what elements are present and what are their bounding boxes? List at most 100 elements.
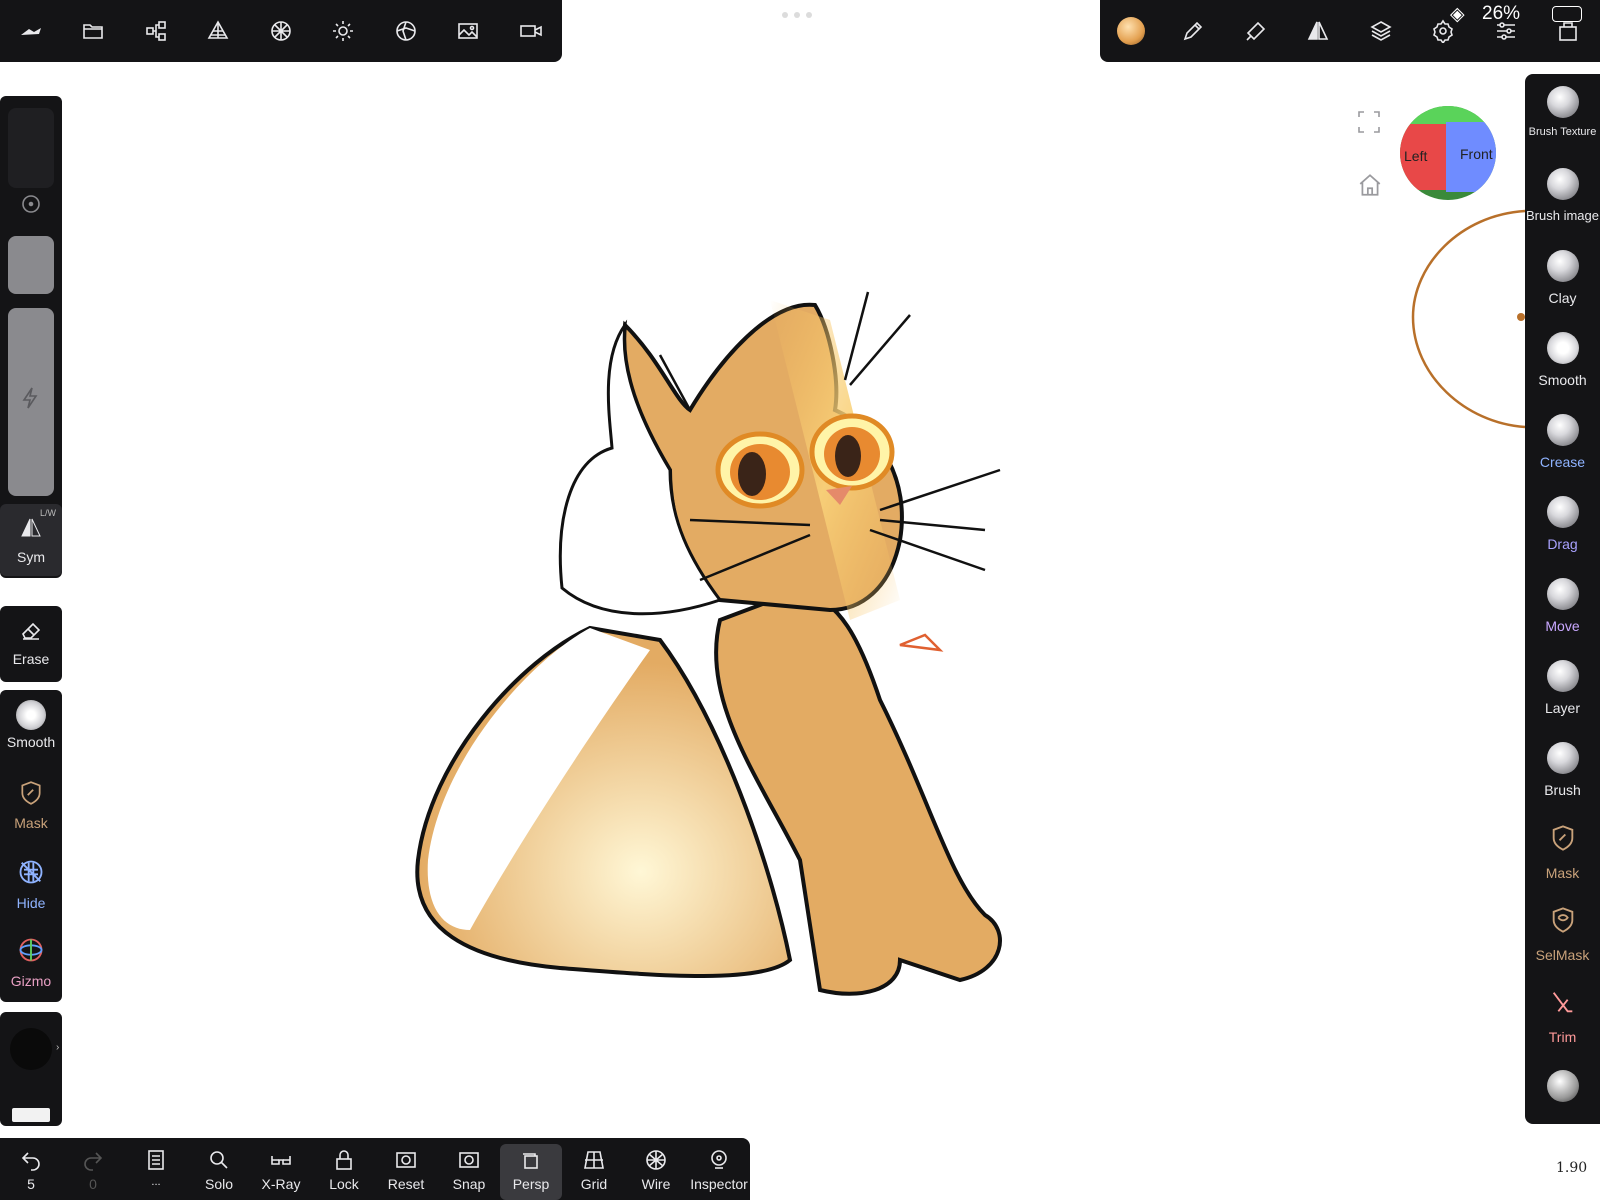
lock-button[interactable]: Lock bbox=[313, 1144, 375, 1200]
grid-icon bbox=[584, 1151, 604, 1169]
brush-item-drag[interactable]: Drag bbox=[1525, 496, 1600, 552]
brush-item-texture[interactable]: Brush Texture bbox=[1525, 86, 1600, 138]
radius-slider[interactable] bbox=[8, 236, 54, 294]
brush-item-image[interactable]: Brush image bbox=[1525, 168, 1600, 223]
more-label: ... bbox=[151, 1176, 161, 1188]
inspector-button[interactable]: Inspector bbox=[688, 1144, 750, 1200]
left-tool-mask[interactable]: Mask bbox=[0, 780, 62, 831]
xray-button[interactable]: X-Ray bbox=[250, 1144, 312, 1200]
nomad-sculpt-app: ◈ 26% L/W Sym Erase Smooth Mask Hide Giz… bbox=[0, 0, 1600, 1200]
brush-sphere-icon bbox=[1546, 1070, 1579, 1102]
brush-label: SelMask bbox=[1535, 947, 1590, 963]
chevron-right-icon[interactable]: › bbox=[56, 1042, 59, 1053]
cat-model[interactable] bbox=[415, 291, 1002, 996]
undo-button[interactable]: 5 bbox=[0, 1144, 62, 1200]
symmetry-icon bbox=[21, 518, 41, 537]
intensity-slider[interactable] bbox=[8, 308, 54, 496]
top-slot[interactable] bbox=[8, 108, 54, 188]
pressure-dot-icon[interactable] bbox=[15, 188, 47, 220]
brush-sphere-icon bbox=[1546, 250, 1579, 282]
nomad-logo-icon[interactable] bbox=[15, 15, 47, 47]
brush-label: Layer bbox=[1544, 700, 1581, 716]
brush-item-move[interactable]: Move bbox=[1525, 578, 1600, 634]
snap-button[interactable]: Snap bbox=[438, 1144, 500, 1200]
brush-sphere-icon bbox=[1546, 86, 1579, 118]
brush-label: Drag bbox=[1547, 536, 1578, 552]
bottom-label: Grid bbox=[580, 1176, 608, 1192]
solo-button[interactable]: Solo bbox=[188, 1144, 250, 1200]
brush-label: Mask bbox=[1545, 865, 1580, 881]
bottom-label: Reset bbox=[387, 1176, 425, 1192]
left-tool-hide[interactable]: Hide bbox=[0, 858, 62, 911]
symmetry-icon[interactable] bbox=[1302, 15, 1334, 47]
brush-item-crease[interactable]: Crease bbox=[1525, 414, 1600, 470]
top-right-toolbar: ◈ 26% bbox=[1100, 0, 1600, 62]
brush-item-more[interactable] bbox=[1525, 1070, 1600, 1102]
reset-camera-icon bbox=[396, 1152, 416, 1168]
redo-button[interactable]: 0 bbox=[62, 1144, 124, 1200]
selmask-shield-icon bbox=[1552, 907, 1573, 933]
brush-item-clay[interactable]: Clay bbox=[1525, 250, 1600, 306]
trim-icon bbox=[1552, 992, 1572, 1013]
search-icon bbox=[210, 1151, 228, 1169]
camera-icon[interactable] bbox=[515, 15, 547, 47]
brush-sphere-icon bbox=[1546, 168, 1579, 200]
gizmo-icon bbox=[19, 938, 43, 962]
brush-label: Brush image bbox=[1526, 208, 1599, 223]
topology-icon[interactable] bbox=[202, 15, 234, 47]
brush-sphere-icon bbox=[1546, 496, 1579, 528]
bottom-label: X-Ray bbox=[261, 1176, 301, 1192]
grid-button[interactable]: Grid bbox=[563, 1144, 625, 1200]
color-swatch[interactable] bbox=[10, 1028, 52, 1070]
sym-label: Sym bbox=[17, 549, 45, 565]
sym-badge: L/W bbox=[39, 508, 56, 518]
reset-button[interactable]: Reset bbox=[375, 1144, 437, 1200]
secondary-swatch[interactable] bbox=[12, 1108, 50, 1122]
color-panel: › bbox=[0, 1012, 62, 1126]
symmetry-button[interactable]: L/W Sym bbox=[0, 504, 62, 576]
brush-sphere-icon bbox=[1546, 660, 1579, 692]
view-cube[interactable]: Left Front bbox=[1400, 106, 1496, 200]
scene-graph-icon[interactable] bbox=[140, 15, 172, 47]
brush-label: Move bbox=[1545, 618, 1580, 634]
bottom-label: Inspector bbox=[690, 1176, 748, 1192]
frame-icon[interactable] bbox=[1357, 110, 1381, 134]
left-tool-label: Gizmo bbox=[10, 973, 52, 989]
lightning-icon bbox=[19, 386, 43, 410]
folder-icon[interactable] bbox=[77, 15, 109, 47]
view-cube-front-label: Front bbox=[1460, 146, 1493, 162]
hide-mesh-icon bbox=[19, 860, 43, 884]
left-tool-label: Mask bbox=[14, 815, 48, 831]
brush-label: Clay bbox=[1548, 290, 1577, 306]
brush-label: Smooth bbox=[1538, 372, 1587, 388]
erase-button[interactable]: Erase bbox=[0, 618, 62, 667]
brush-label: Brush Texture bbox=[1528, 126, 1597, 138]
paint-brush-icon[interactable] bbox=[1177, 15, 1209, 47]
paint-tool-icon[interactable] bbox=[1240, 15, 1272, 47]
persp-button[interactable]: Persp bbox=[500, 1144, 562, 1200]
light-icon[interactable] bbox=[327, 15, 359, 47]
background-image-icon[interactable] bbox=[452, 15, 484, 47]
brush-item-mask[interactable]: Mask bbox=[1525, 824, 1600, 881]
layers-icon[interactable] bbox=[1365, 15, 1397, 47]
drag-handle[interactable] bbox=[782, 12, 818, 18]
left-tool-gizmo[interactable]: Gizmo bbox=[0, 936, 62, 989]
more-button[interactable]: ... bbox=[125, 1144, 187, 1200]
brush-item-smooth[interactable]: Smooth bbox=[1525, 332, 1600, 388]
left-tool-smooth[interactable]: Smooth bbox=[0, 700, 62, 750]
cat-left-pupil bbox=[738, 452, 766, 496]
brush-item-selmask[interactable]: SelMask bbox=[1525, 906, 1600, 963]
left-tool-label: Smooth bbox=[6, 734, 56, 750]
material-sphere-icon[interactable] bbox=[265, 15, 297, 47]
brush-item-brush[interactable]: Brush bbox=[1525, 742, 1600, 798]
view-cube-left-label: Left bbox=[1404, 148, 1428, 164]
home-icon[interactable] bbox=[1357, 172, 1383, 198]
brush-item-layer[interactable]: Layer bbox=[1525, 660, 1600, 716]
shading-icon[interactable] bbox=[390, 15, 422, 47]
material-preview-icon[interactable] bbox=[1115, 15, 1147, 47]
document-icon bbox=[148, 1150, 164, 1170]
bottom-label: Wire bbox=[641, 1176, 671, 1192]
snap-camera-icon bbox=[459, 1152, 479, 1168]
wire-button[interactable]: Wire bbox=[625, 1144, 687, 1200]
brush-item-trim[interactable]: Trim bbox=[1525, 988, 1600, 1045]
